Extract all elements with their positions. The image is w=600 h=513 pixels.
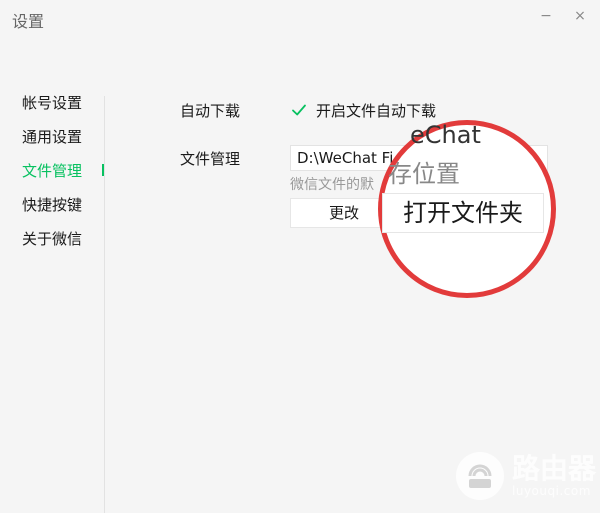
file-management-label: 文件管理 bbox=[180, 150, 241, 168]
sidebar-item-file-management[interactable]: 文件管理 bbox=[22, 160, 82, 181]
watermark-brand: 路由器 bbox=[512, 452, 597, 485]
watermark-url: luyouqi.com bbox=[512, 484, 591, 498]
open-folder-button[interactable]: 打开文件夹 bbox=[382, 193, 544, 233]
sidebar-item-general[interactable]: 通用设置 bbox=[22, 126, 82, 147]
minimize-button[interactable]: − bbox=[536, 6, 556, 26]
zoomed-hint-text: 存位置 bbox=[388, 160, 460, 188]
sidebar-item-about[interactable]: 关于微信 bbox=[22, 228, 82, 249]
sidebar-item-account[interactable]: 帐号设置 bbox=[22, 92, 82, 113]
check-icon[interactable] bbox=[290, 101, 308, 119]
auto-download-label: 自动下载 bbox=[180, 102, 241, 120]
settings-window: 设置 − × 帐号设置 通用设置 文件管理 快捷按键 关于微信 自动下载 开启文… bbox=[0, 0, 600, 513]
window-title: 设置 bbox=[12, 12, 45, 31]
zoomed-path-text: eChat bbox=[410, 121, 481, 149]
file-path-hint: 微信文件的默 bbox=[290, 177, 374, 193]
auto-download-checkbox[interactable]: 开启文件自动下载 bbox=[290, 100, 436, 120]
sidebar-divider bbox=[104, 96, 105, 513]
router-icon bbox=[456, 452, 504, 500]
sidebar-item-shortcuts[interactable]: 快捷按键 bbox=[22, 194, 82, 215]
auto-download-checkbox-label[interactable]: 开启文件自动下载 bbox=[316, 100, 436, 121]
watermark: 路由器 luyouqi.com bbox=[456, 452, 596, 500]
close-button[interactable]: × bbox=[570, 6, 590, 26]
